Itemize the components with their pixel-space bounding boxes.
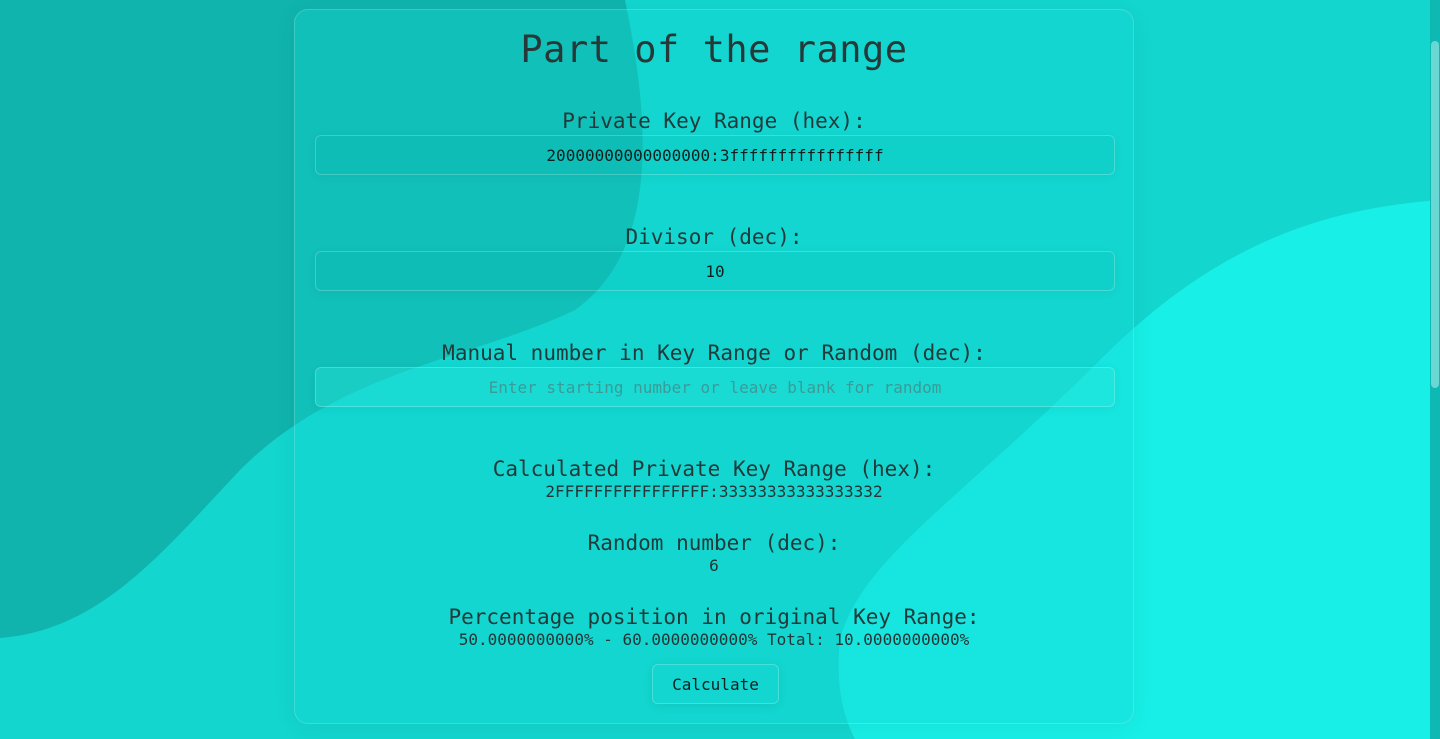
key-range-input[interactable] — [315, 135, 1115, 175]
random-number-label: Random number (dec): — [587, 531, 841, 555]
key-range-label: Private Key Range (hex): — [562, 109, 866, 133]
calculate-button[interactable]: Calculate — [652, 664, 779, 704]
divisor-label: Divisor (dec): — [625, 225, 803, 249]
divisor-input[interactable] — [315, 251, 1115, 291]
calculator-card: Part of the range Private Key Range (hex… — [294, 9, 1134, 724]
scrollbar-thumb[interactable] — [1431, 41, 1439, 388]
manual-number-input[interactable] — [315, 367, 1115, 407]
percentage-value: 50.0000000000% - 60.0000000000% Total: 1… — [458, 630, 970, 649]
page-scrollbar[interactable] — [1430, 0, 1440, 739]
percentage-label: Percentage position in original Key Rang… — [448, 605, 980, 629]
calculated-range-label: Calculated Private Key Range (hex): — [492, 457, 936, 481]
random-number-value: 6 — [709, 556, 719, 575]
page-title: Part of the range — [520, 28, 908, 71]
manual-number-label: Manual number in Key Range or Random (de… — [442, 341, 986, 365]
calculated-range-value: 2FFFFFFFFFFFFFFFF:33333333333333332 — [545, 482, 883, 501]
